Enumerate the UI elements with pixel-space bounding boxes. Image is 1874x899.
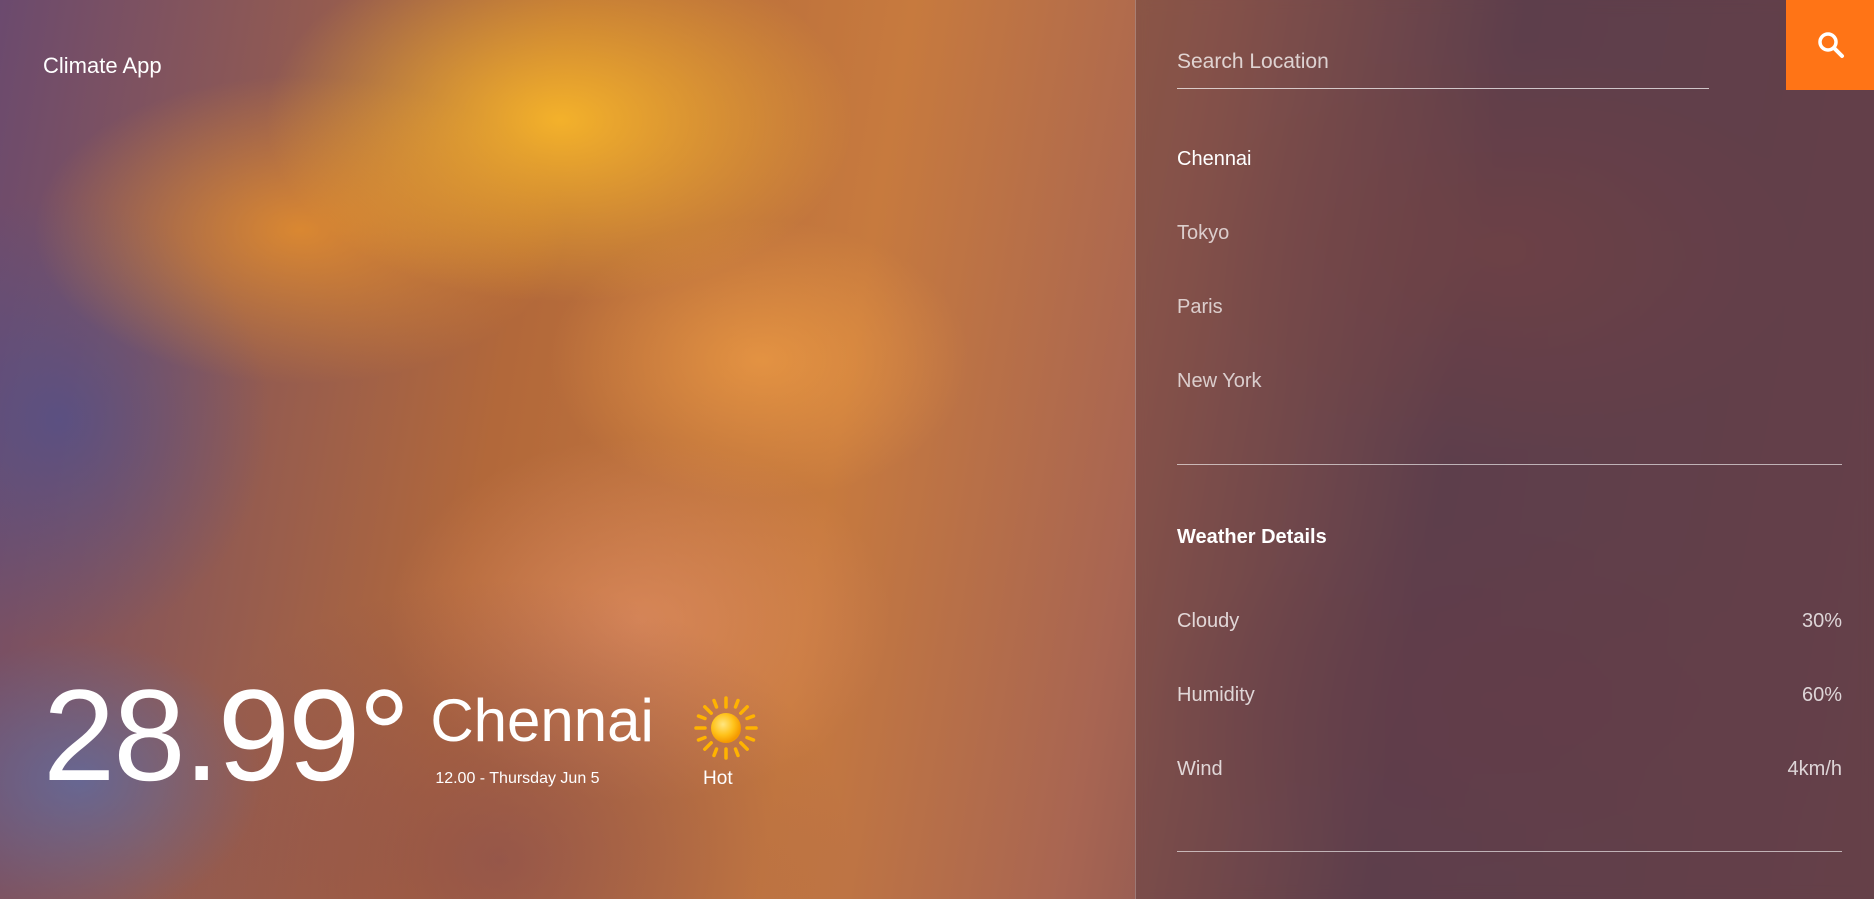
location-item-paris[interactable]: Paris	[1177, 296, 1262, 370]
detail-row-wind: Wind 4km/h	[1177, 758, 1842, 832]
search-box	[1177, 36, 1709, 89]
divider-details	[1177, 851, 1842, 852]
current-datetime: 12.00 - Thursday Jun 5	[435, 770, 600, 787]
detail-value: 60%	[1801, 684, 1842, 706]
detail-value: 30%	[1801, 610, 1842, 632]
detail-row-cloudy: Cloudy 30%	[1177, 610, 1842, 684]
location-item-chennai[interactable]: Chennai	[1177, 148, 1262, 222]
place-block: Chennai 12.00 - Thursday Jun 5	[430, 686, 654, 788]
search-button[interactable]	[1786, 0, 1874, 90]
location-item-tokyo[interactable]: Tokyo	[1177, 222, 1262, 296]
temperature-value: 28.99°	[43, 662, 410, 808]
current-city: Chennai	[430, 687, 654, 754]
divider-locations	[1177, 464, 1842, 465]
detail-label: Humidity	[1177, 684, 1255, 706]
weather-details-title: Weather Details	[1177, 526, 1327, 548]
weather-details-list: Cloudy 30% Humidity 60% Wind 4km/h	[1177, 610, 1842, 832]
location-item-new-york[interactable]: New York	[1177, 370, 1262, 444]
app-root: Climate App 28.99° Chennai 12.00 - Thurs…	[0, 0, 1874, 899]
detail-label: Wind	[1177, 758, 1223, 780]
search-icon	[1817, 32, 1844, 58]
search-input[interactable]	[1177, 36, 1709, 82]
location-list: Chennai Tokyo Paris New York	[1177, 148, 1262, 444]
sun-icon	[694, 696, 758, 760]
app-brand[interactable]: Climate App	[43, 53, 162, 79]
detail-row-humidity: Humidity 60%	[1177, 684, 1842, 758]
condition-label: Hot	[703, 768, 733, 789]
detail-label: Cloudy	[1177, 610, 1240, 632]
condition-block: Hot	[694, 696, 758, 790]
side-panel: Chennai Tokyo Paris New York Weather Det…	[1135, 0, 1874, 899]
current-weather: 28.99° Chennai 12.00 - Thursday Jun 5 Ho…	[43, 670, 758, 800]
detail-value: 4km/h	[1787, 758, 1842, 780]
